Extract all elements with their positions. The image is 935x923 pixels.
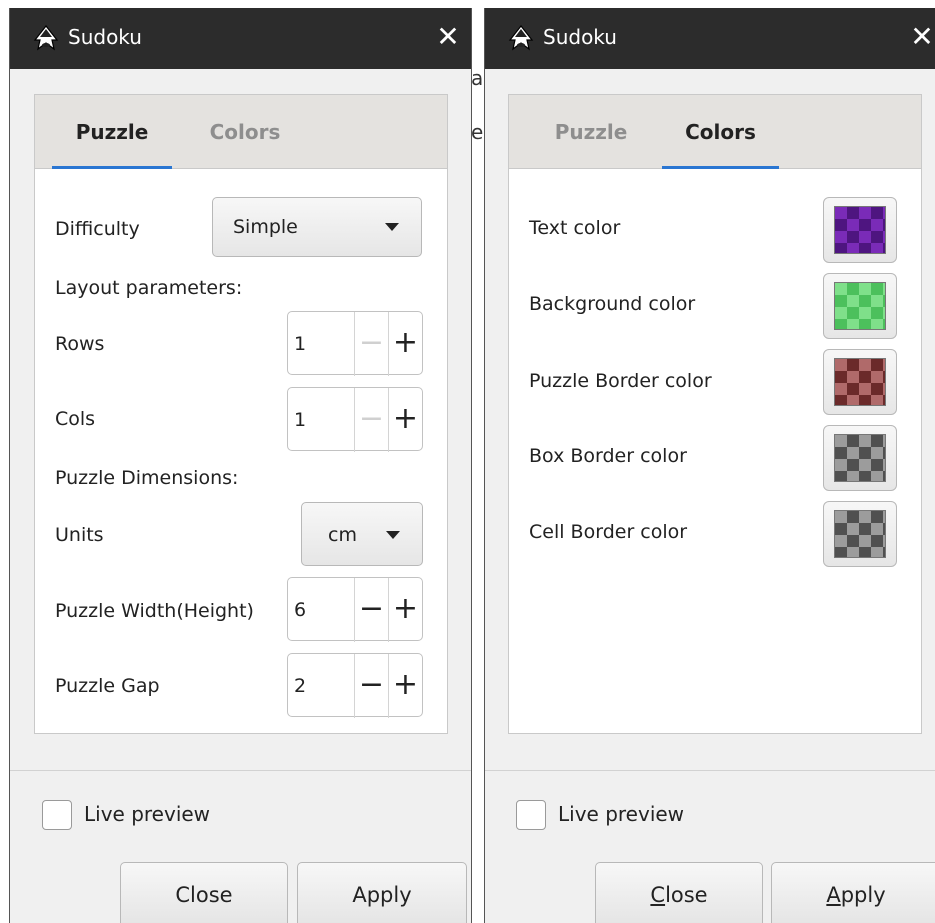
title-bar[interactable]: Sudoku ✕ (10, 8, 471, 69)
cols-value[interactable]: 1 (294, 388, 306, 452)
close-icon[interactable]: ✕ (907, 20, 935, 54)
window-title: Sudoku (68, 25, 142, 49)
cols-spinbutton: 1 − + (287, 387, 423, 452)
text-color-label: Text color (529, 217, 621, 239)
background-text-e: e (471, 120, 484, 144)
background-text-a: a (471, 66, 484, 90)
difficulty-dropdown[interactable]: Simple (212, 197, 422, 257)
cell-border-color-button[interactable] (823, 501, 897, 567)
window-title: Sudoku (543, 25, 617, 49)
close-mnemonic: C (650, 883, 666, 907)
color-swatch (834, 358, 886, 406)
color-swatch (834, 510, 886, 558)
tab-bar: Puzzle Colors (509, 95, 921, 169)
background-color-button[interactable] (823, 273, 897, 339)
difficulty-label: Difficulty (55, 218, 140, 240)
tab-colors[interactable]: Colors (187, 95, 303, 169)
background-color-label: Background color (529, 293, 696, 315)
close-label-rest: lose (665, 883, 708, 907)
live-preview-checkbox[interactable] (42, 800, 72, 830)
inkscape-icon (33, 25, 59, 51)
box-border-color-label: Box Border color (529, 445, 687, 467)
puzzle-width-spinbutton: 6 − + (287, 577, 423, 642)
close-button[interactable]: Close (595, 862, 763, 923)
tab-puzzle[interactable]: Puzzle (52, 95, 172, 169)
tab-bar: Puzzle Colors (35, 95, 447, 169)
live-preview-label: Live preview (558, 802, 685, 826)
inkscape-icon (508, 25, 534, 51)
notebook: Puzzle Colors Text color Background colo… (508, 94, 922, 734)
puzzle-width-label: Puzzle Width(Height) (55, 600, 254, 622)
minus-icon[interactable]: − (354, 388, 388, 452)
units-value: cm (328, 524, 357, 546)
notebook: Puzzle Colors Difficulty Simple Layout p… (34, 94, 448, 734)
puzzle-border-color-label: Puzzle Border color (529, 370, 712, 392)
caret-down-icon (385, 223, 399, 231)
color-swatch (834, 434, 886, 482)
minus-icon[interactable]: − (354, 654, 388, 718)
rows-label: Rows (55, 333, 105, 355)
text-color-button[interactable] (823, 197, 897, 263)
minus-icon[interactable]: − (354, 578, 388, 642)
tab-colors[interactable]: Colors (662, 95, 779, 169)
minus-icon[interactable]: − (354, 312, 388, 376)
plus-icon[interactable]: + (388, 654, 422, 718)
caret-down-icon (386, 531, 400, 539)
box-border-color-button[interactable] (823, 425, 897, 491)
rows-value[interactable]: 1 (294, 312, 306, 376)
cols-label: Cols (55, 408, 96, 430)
live-preview-checkbox[interactable] (516, 800, 546, 830)
separator (485, 770, 935, 771)
puzzle-gap-value[interactable]: 2 (294, 654, 306, 718)
puzzle-dimensions-heading: Puzzle Dimensions: (55, 467, 239, 489)
rows-spinbutton: 1 − + (287, 311, 423, 376)
sudoku-dialog-puzzle: Sudoku ✕ Puzzle Colors Difficulty Simple… (9, 8, 472, 923)
apply-label-rest: pply (840, 883, 886, 907)
plus-icon[interactable]: + (388, 312, 422, 376)
units-label: Units (55, 524, 104, 546)
puzzle-border-color-button[interactable] (823, 349, 897, 415)
close-button[interactable]: Close (120, 862, 288, 923)
layout-parameters-heading: Layout parameters: (55, 277, 243, 299)
apply-button[interactable]: Apply (771, 862, 935, 923)
puzzle-gap-spinbutton: 2 − + (287, 653, 423, 718)
apply-mnemonic: A (826, 883, 841, 907)
tab-puzzle[interactable]: Puzzle (531, 95, 651, 169)
cell-border-color-label: Cell Border color (529, 521, 688, 543)
apply-button[interactable]: Apply (297, 862, 467, 923)
close-icon[interactable]: ✕ (433, 20, 463, 54)
live-preview-label: Live preview (84, 802, 211, 826)
color-swatch (834, 206, 886, 254)
plus-icon[interactable]: + (388, 578, 422, 642)
plus-icon[interactable]: + (388, 388, 422, 452)
puzzle-gap-label: Puzzle Gap (55, 675, 160, 697)
title-bar[interactable]: Sudoku ✕ (485, 8, 935, 69)
difficulty-value: Simple (233, 216, 298, 238)
separator (10, 770, 471, 771)
color-swatch (834, 282, 886, 330)
sudoku-dialog-colors: Sudoku ✕ Puzzle Colors Text color Backgr… (484, 8, 935, 923)
units-dropdown[interactable]: cm (301, 502, 423, 566)
puzzle-width-value[interactable]: 6 (294, 578, 306, 642)
